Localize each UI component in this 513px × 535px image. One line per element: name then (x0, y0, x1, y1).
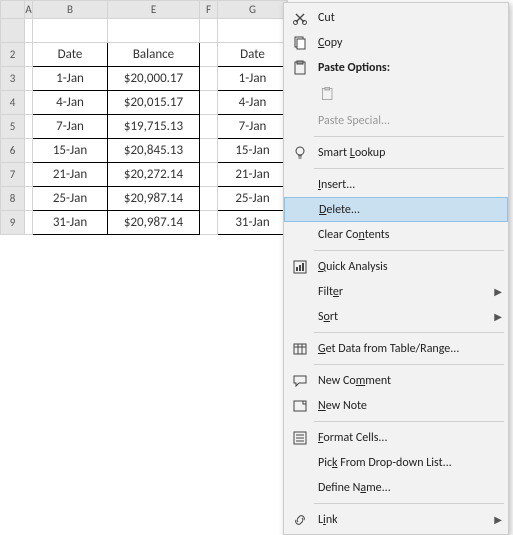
menu-get-data-label: Get Data from Table/Range... (312, 342, 502, 356)
row-header-6[interactable]: 6 (1, 139, 25, 163)
menu-pick-dropdown[interactable]: Pick From Drop-down List... (284, 450, 508, 475)
cell-G7[interactable]: 21-Jan (218, 163, 288, 187)
row-header-3[interactable]: 3 (1, 67, 25, 91)
menu-smart-lookup[interactable]: Smart Lookup (284, 140, 508, 165)
chevron-right-icon: ▶ (490, 513, 502, 526)
chevron-right-icon: ▶ (490, 310, 502, 323)
menu-separator (314, 136, 504, 137)
quick-analysis-icon (288, 257, 312, 277)
cell-E7[interactable]: $20,272.14 (108, 163, 200, 187)
menu-filter[interactable]: Filter ▶ (284, 279, 508, 304)
cell-G9[interactable]: 31-Jan (218, 211, 288, 235)
row-header-4[interactable]: 4 (1, 91, 25, 115)
spreadsheet-grid[interactable]: A B E F G 2 Date Balance Date 31-Jan$20,… (0, 0, 288, 235)
menu-cut-label: Cut (312, 11, 502, 25)
menu-separator (314, 332, 504, 333)
cell-G5[interactable]: 7-Jan (218, 115, 288, 139)
menu-link-label: Link (312, 513, 490, 527)
row-header-2[interactable]: 2 (1, 43, 25, 67)
menu-define-name-label: Define Name... (312, 481, 502, 495)
cell-E8[interactable]: $20,987.14 (108, 187, 200, 211)
row-header-7[interactable]: 7 (1, 163, 25, 187)
menu-paste-options-header: Paste Options: (284, 55, 508, 80)
menu-separator (314, 421, 504, 422)
cell-E5[interactable]: $19,715.13 (108, 115, 200, 139)
menu-new-note[interactable]: New Note (284, 393, 508, 418)
comment-icon (288, 371, 312, 391)
menu-separator (314, 364, 504, 365)
menu-separator (314, 168, 504, 169)
cell-G6[interactable]: 15-Jan (218, 139, 288, 163)
menu-cut[interactable]: Cut (284, 5, 508, 30)
select-all-corner[interactable] (1, 1, 25, 19)
table-icon (288, 339, 312, 359)
cell-E4[interactable]: $20,015.17 (108, 91, 200, 115)
menu-delete[interactable]: Delete... (284, 197, 508, 222)
note-icon (288, 396, 312, 416)
menu-quick-analysis-label: Quick Analysis (312, 260, 502, 274)
cell-G3[interactable]: 1-Jan (218, 67, 288, 91)
menu-get-data[interactable]: Get Data from Table/Range... (284, 336, 508, 361)
cell-B5[interactable]: 7-Jan (33, 115, 108, 139)
copy-icon (288, 33, 312, 53)
menu-separator (314, 250, 504, 251)
cell-B9[interactable]: 31-Jan (33, 211, 108, 235)
menu-separator (314, 503, 504, 504)
row-header-9[interactable]: 9 (1, 211, 25, 235)
cell-E3[interactable]: $20,000.17 (108, 67, 200, 91)
menu-insert-label: Insert... (312, 178, 502, 192)
cell-B4[interactable]: 4-Jan (33, 91, 108, 115)
menu-pick-dropdown-label: Pick From Drop-down List... (312, 456, 502, 470)
paste-option-default[interactable] (314, 80, 508, 108)
menu-copy-label: Copy (312, 36, 502, 50)
menu-sort-label: Sort (312, 310, 490, 324)
col-header-A[interactable]: A (25, 1, 33, 19)
row-header-8[interactable]: 8 (1, 187, 25, 211)
format-cells-icon (288, 428, 312, 448)
menu-delete-label: Delete... (313, 203, 501, 217)
lightbulb-icon (288, 143, 312, 163)
menu-clear-contents[interactable]: Clear Contents (284, 222, 508, 247)
menu-copy[interactable]: Copy (284, 30, 508, 55)
menu-insert[interactable]: Insert... (284, 172, 508, 197)
col-header-B[interactable]: B (33, 1, 108, 19)
link-icon (288, 510, 312, 530)
cell-E6[interactable]: $20,845.13 (108, 139, 200, 163)
cell-B6[interactable]: 15-Jan (33, 139, 108, 163)
cell-G4[interactable]: 4-Jan (218, 91, 288, 115)
cell-E9[interactable]: $20,987.14 (108, 211, 200, 235)
cell-B7[interactable]: 21-Jan (33, 163, 108, 187)
menu-filter-label: Filter (312, 285, 490, 299)
cell-G8[interactable]: 25-Jan (218, 187, 288, 211)
menu-sort[interactable]: Sort ▶ (284, 304, 508, 329)
menu-paste-special: Paste Special... (284, 108, 508, 133)
cell-G2[interactable]: Date (218, 43, 288, 67)
cell-E2[interactable]: Balance (108, 43, 200, 67)
row-header-5[interactable]: 5 (1, 115, 25, 139)
menu-smart-lookup-label: Smart Lookup (312, 146, 502, 160)
col-header-E[interactable]: E (108, 1, 200, 19)
menu-new-comment[interactable]: New Comment (284, 368, 508, 393)
clipboard-icon (288, 58, 312, 78)
menu-clear-contents-label: Clear Contents (312, 228, 502, 242)
paste-icon (314, 80, 342, 108)
cell-B3[interactable]: 1-Jan (33, 67, 108, 91)
menu-link[interactable]: Link ▶ (284, 507, 508, 532)
menu-paste-options-label: Paste Options: (312, 61, 502, 75)
menu-new-note-label: New Note (312, 399, 502, 413)
menu-quick-analysis[interactable]: Quick Analysis (284, 254, 508, 279)
cell-B8[interactable]: 25-Jan (33, 187, 108, 211)
menu-format-cells[interactable]: Format Cells... (284, 425, 508, 450)
menu-define-name[interactable]: Define Name... (284, 475, 508, 500)
chevron-right-icon: ▶ (490, 285, 502, 298)
col-header-F[interactable]: F (200, 1, 218, 19)
menu-format-cells-label: Format Cells... (312, 431, 502, 445)
menu-new-comment-label: New Comment (312, 374, 502, 388)
scissors-icon (288, 8, 312, 28)
cell-B2[interactable]: Date (33, 43, 108, 67)
menu-paste-special-label: Paste Special... (312, 114, 502, 128)
col-header-G[interactable]: G (218, 1, 288, 19)
context-menu: Cut Copy Paste Options: Paste Special...… (283, 2, 509, 535)
